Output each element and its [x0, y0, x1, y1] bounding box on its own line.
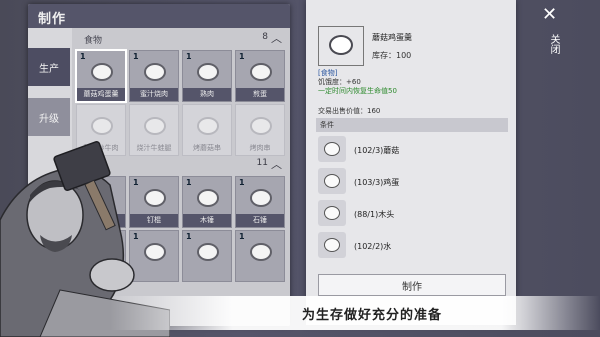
slot-name: 石锤 — [236, 214, 284, 227]
water-drop-icon — [318, 232, 346, 258]
item-stock: 库存：100 — [372, 51, 412, 60]
tool-slot[interactable]: 1 木锤 — [182, 176, 232, 228]
tool-slot[interactable]: 1 石锤 — [235, 176, 285, 228]
food-icon — [91, 63, 113, 81]
slot-quantity: 1 — [239, 232, 245, 241]
craft-button[interactable]: 制作 — [318, 274, 506, 296]
tab-upgrade[interactable]: 升级 — [28, 98, 70, 136]
banner-text: 为生存做好充分的准备 — [302, 308, 443, 323]
food-icon — [144, 117, 166, 135]
slot-quantity: 1 — [239, 52, 245, 61]
food-slot[interactable]: 烤肉串 — [235, 104, 285, 156]
requirement-row: (102/2)水 — [318, 232, 508, 260]
tool-slot[interactable]: 1 — [182, 230, 232, 282]
slot-name: 蘑菇鸡蛋羹 — [77, 88, 125, 101]
food-slot[interactable]: 1 熟肉 — [182, 50, 232, 102]
slot-name: 熟肉 — [183, 88, 231, 101]
item-detail-panel: 蘑菇鸡蛋羹 库存：100 [食物] 饥饿度：+60 一定时间内恢复生命值50 交… — [306, 0, 516, 325]
slot-name: 木锤 — [183, 214, 231, 227]
requirement-text: (103/3)鸡蛋 — [354, 178, 400, 187]
close-icon[interactable]: ✕ — [542, 4, 557, 25]
tool-icon — [197, 243, 219, 261]
requirement-row: (102/3)蘑菇 — [318, 136, 508, 164]
slot-quantity: 1 — [133, 52, 139, 61]
slot-name: 烤肉串 — [249, 144, 271, 152]
slot-quantity: 1 — [186, 52, 192, 61]
slot-quantity: 1 — [239, 178, 245, 187]
wood-icon — [318, 200, 346, 226]
slot-name: 煎蛋 — [236, 88, 284, 101]
close-label: 关闭 — [548, 34, 559, 54]
egg-icon — [318, 168, 346, 194]
requirement-text: (102/2)水 — [354, 242, 392, 251]
requirements-label: 条件 — [320, 121, 334, 129]
food-icon — [250, 63, 272, 81]
health-effect: 一定时间内恢复生命值50 — [318, 87, 397, 95]
slot-quantity: 1 — [80, 52, 86, 61]
food-section-count: 8 — [262, 32, 268, 42]
tool-icon — [197, 189, 219, 207]
sell-price: 交易出售价值：160 — [318, 107, 381, 115]
food-icon — [197, 117, 219, 135]
food-slot[interactable]: 烤蘑菇串 — [182, 104, 232, 156]
craft-title: 制作 — [38, 12, 67, 27]
requirement-text: (102/3)蘑菇 — [354, 146, 400, 155]
tool-icon — [250, 243, 272, 261]
tool-icon — [250, 189, 272, 207]
collapse-caret-icon[interactable]: ︿ — [271, 30, 282, 46]
requirement-text: (88/1)木头 — [354, 210, 395, 219]
food-section-header[interactable]: 食物 8 ︿ — [76, 30, 286, 48]
requirement-row: (88/1)木头 — [318, 200, 508, 228]
requirements-header: 条件 — [316, 118, 508, 132]
slot-quantity: 1 — [186, 232, 192, 241]
food-icon — [197, 63, 219, 81]
food-slot[interactable]: 1 煎蛋 — [235, 50, 285, 102]
egg-custard-icon — [329, 35, 353, 55]
tab-produce[interactable]: 生产 — [28, 48, 70, 86]
selected-item-frame — [318, 26, 364, 66]
close-button[interactable]: ✕ 关闭 — [530, 0, 570, 110]
food-section-label: 食物 — [84, 36, 103, 46]
tool-slot[interactable]: 1 — [235, 230, 285, 282]
item-name: 蘑菇鸡蛋羹 — [372, 33, 412, 42]
food-slot[interactable]: 1 蜜汁烧肉 — [129, 50, 179, 102]
food-slot[interactable]: 1 蘑菇鸡蛋羹 — [75, 49, 127, 103]
food-icon — [250, 117, 272, 135]
food-icon — [144, 63, 166, 81]
slot-name: 烤蘑菇串 — [193, 144, 221, 152]
craft-header: 制作 — [28, 4, 290, 28]
slot-name: 蜜汁烧肉 — [130, 88, 178, 101]
food-icon — [91, 117, 113, 135]
tools-section-count: 11 — [256, 158, 268, 168]
collapse-caret-icon[interactable]: ︿ — [271, 156, 282, 172]
slot-quantity: 1 — [186, 178, 192, 187]
requirement-row: (103/3)鸡蛋 — [318, 168, 508, 196]
mushroom-icon — [318, 136, 346, 162]
